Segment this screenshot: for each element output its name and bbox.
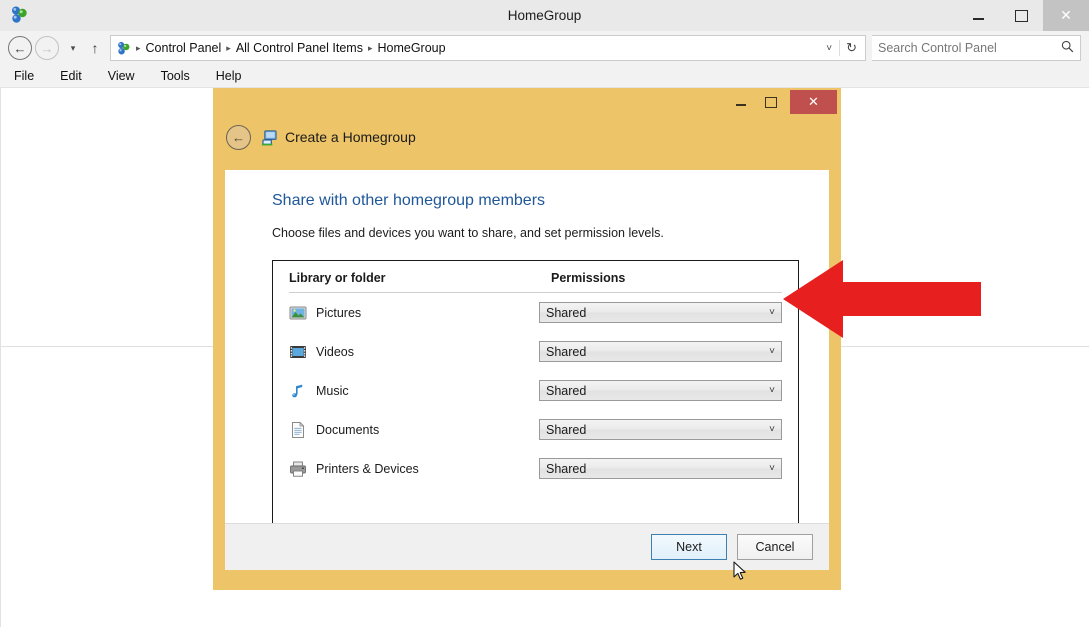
menu-item-tools[interactable]: Tools — [161, 69, 190, 83]
search-input[interactable]: Search Control Panel — [878, 41, 1061, 55]
documents-icon — [289, 421, 307, 439]
menu-item-view[interactable]: View — [108, 69, 135, 83]
chevron-down-icon: ˅ — [769, 307, 775, 318]
dialog-maximize-button[interactable] — [756, 91, 786, 113]
search-icon — [1061, 40, 1074, 56]
row-label-pictures: Pictures — [289, 304, 539, 322]
row-name: Videos — [316, 344, 354, 359]
permission-dropdown-documents[interactable]: Shared ˅ — [539, 419, 782, 440]
chevron-down-icon[interactable]: ˅ — [819, 43, 839, 54]
chevron-down-icon: ˅ — [769, 463, 775, 474]
navigation-bar: ← → ▾ ↑ ▸ Control Panel ▸ All Control Pa… — [0, 31, 1089, 65]
breadcrumb-separator: ▸ — [226, 42, 231, 53]
dialog-pane: Share with other homegroup members Choos… — [225, 170, 829, 532]
breadcrumb-separator: ▸ — [367, 42, 373, 53]
chevron-down-icon: ˅ — [769, 385, 775, 396]
dialog-back-button[interactable]: ← — [226, 124, 251, 150]
permission-dropdown-music[interactable]: Shared ˅ — [539, 380, 782, 401]
table-row: Pictures Shared ˅ — [289, 293, 782, 332]
window-controls: ✕ — [957, 0, 1089, 31]
table-row: Documents Shared ˅ — [289, 410, 782, 449]
permission-value: Shared — [546, 344, 587, 359]
dialog-titlebar: ✕ — [213, 88, 841, 116]
dialog-title: Create a Homegroup — [285, 129, 416, 145]
row-label-music: Music — [289, 382, 539, 400]
menu-item-help[interactable]: Help — [216, 69, 242, 83]
permission-dropdown-pictures[interactable]: Shared ˅ — [539, 302, 782, 323]
row-name: Printers & Devices — [316, 461, 419, 476]
table-row: Music Shared ˅ — [289, 371, 782, 410]
dialog-body: Share with other homegroup members Choos… — [225, 170, 829, 570]
breadcrumb-homegroup-icon — [115, 40, 132, 57]
cancel-button[interactable]: Cancel — [737, 534, 813, 560]
forward-button[interactable]: → — [35, 36, 59, 60]
chevron-down-icon: ˅ — [769, 424, 775, 435]
printers-icon — [289, 460, 307, 478]
permission-value: Shared — [546, 461, 587, 476]
window-title: HomeGroup — [507, 8, 582, 23]
row-name: Documents — [316, 422, 380, 437]
table-header-row: Library or folder Permissions — [289, 271, 782, 293]
permission-dropdown-videos[interactable]: Shared ˅ — [539, 341, 782, 362]
column-header-library: Library or folder — [289, 271, 386, 285]
refresh-icon[interactable]: ↻ — [839, 40, 863, 56]
minimize-button[interactable] — [957, 0, 1000, 31]
permission-value: Shared — [546, 422, 587, 437]
back-button[interactable]: ← — [8, 36, 32, 60]
breadcrumb-item-all-control-panel-items[interactable]: All Control Panel Items — [233, 41, 366, 55]
create-homegroup-dialog: ✕ ← Create a Homegroup Share with other … — [213, 88, 841, 590]
row-name: Pictures — [316, 305, 362, 320]
column-header-permissions: Permissions — [551, 271, 626, 285]
address-bar[interactable]: ▸ Control Panel ▸ All Control Panel Item… — [110, 35, 866, 61]
search-box[interactable]: Search Control Panel — [872, 35, 1081, 61]
up-button[interactable]: ↑ — [84, 40, 106, 56]
homegroup-computer-icon — [261, 129, 278, 146]
permission-value: Shared — [546, 383, 587, 398]
row-label-videos: Videos — [289, 343, 539, 361]
permission-value: Shared — [546, 305, 587, 320]
table-row: Printers & Devices Shared ˅ — [289, 449, 782, 488]
breadcrumb-item-control-panel[interactable]: Control Panel — [143, 41, 225, 55]
chevron-down-icon: ˅ — [769, 346, 775, 357]
close-button[interactable]: ✕ — [1043, 0, 1089, 31]
row-permission-cell: Shared ˅ — [539, 302, 782, 323]
homegroup-icon — [8, 4, 30, 26]
permission-dropdown-printers-devices[interactable]: Shared ˅ — [539, 458, 782, 479]
menu-bar: File Edit View Tools Help — [0, 65, 1089, 88]
maximize-button[interactable] — [1000, 0, 1043, 31]
dialog-subtext: Choose files and devices you want to sha… — [272, 226, 664, 240]
breadcrumb-item-homegroup[interactable]: HomeGroup — [374, 41, 448, 55]
dialog-window-controls: ✕ — [726, 90, 837, 114]
window-titlebar: HomeGroup ✕ — [0, 0, 1089, 31]
table-row: Videos Shared ˅ — [289, 332, 782, 371]
row-permission-cell: Shared ˅ — [539, 458, 782, 479]
history-dropdown-icon[interactable]: ▾ — [64, 43, 82, 54]
breadcrumb-separator: ▸ — [136, 42, 141, 53]
share-table: Library or folder Permissions Pictures S… — [272, 260, 799, 532]
dialog-footer: Next Cancel — [225, 523, 829, 570]
dialog-header: ← Create a Homegroup — [213, 116, 841, 158]
row-permission-cell: Shared ˅ — [539, 341, 782, 362]
next-button[interactable]: Next — [651, 534, 727, 560]
row-permission-cell: Shared ˅ — [539, 419, 782, 440]
row-label-documents: Documents — [289, 421, 539, 439]
music-icon — [289, 382, 307, 400]
dialog-heading: Share with other homegroup members — [272, 192, 546, 209]
pictures-icon — [289, 304, 307, 322]
row-permission-cell: Shared ˅ — [539, 380, 782, 401]
dialog-minimize-button[interactable] — [726, 91, 756, 113]
videos-icon — [289, 343, 307, 361]
menu-item-edit[interactable]: Edit — [60, 69, 82, 83]
row-label-printers-devices: Printers & Devices — [289, 460, 539, 478]
dialog-close-button[interactable]: ✕ — [790, 90, 837, 114]
menu-item-file[interactable]: File — [14, 69, 34, 83]
row-name: Music — [316, 383, 349, 398]
